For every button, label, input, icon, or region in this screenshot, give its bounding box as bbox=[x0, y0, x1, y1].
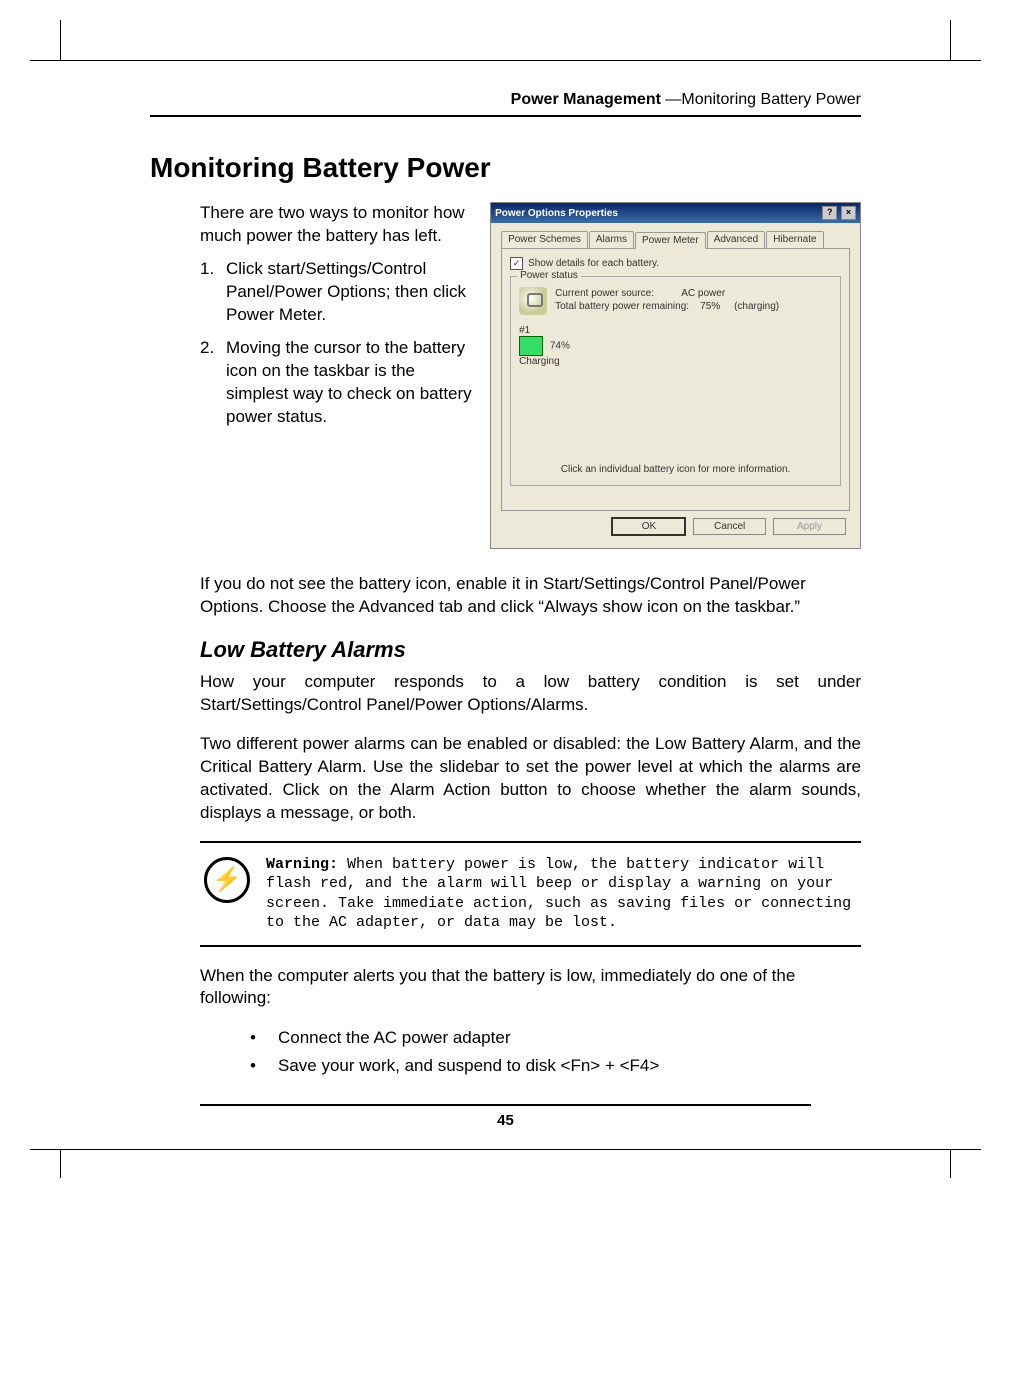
battery-state: Charging bbox=[519, 356, 832, 367]
list-item: • Save your work, and suspend to disk <F… bbox=[250, 1056, 861, 1076]
page-number: 45 bbox=[150, 1110, 861, 1129]
bullet-icon: • bbox=[250, 1056, 278, 1076]
apply-button: Apply bbox=[773, 518, 846, 535]
item-number: 1. bbox=[200, 258, 226, 327]
battery-hint: Click an individual battery icon for mor… bbox=[511, 464, 840, 475]
crop-mark bbox=[950, 1150, 951, 1178]
src-label: Current power source: bbox=[555, 288, 654, 299]
dialog-title: Power Options Properties bbox=[495, 208, 618, 219]
src-value: AC power bbox=[681, 288, 725, 299]
group-legend: Power status bbox=[517, 270, 581, 281]
running-header: Power Management —Monitoring Battery Pow… bbox=[150, 91, 861, 117]
crop-mark bbox=[60, 20, 62, 60]
item-text: Click start/Settings/Control Panel/Power… bbox=[226, 258, 472, 327]
list-item: • Connect the AC power adapter bbox=[250, 1028, 861, 1048]
rem-value: 75% bbox=[700, 301, 720, 312]
bullet-icon: • bbox=[250, 1028, 278, 1048]
tab-strip: Power Schemes Alarms Power Meter Advance… bbox=[501, 231, 850, 249]
tab-alarms[interactable]: Alarms bbox=[589, 231, 634, 248]
battery-icon[interactable] bbox=[519, 336, 543, 356]
warning-label: Warning: bbox=[266, 856, 338, 873]
item-text: Moving the cursor to the battery icon on… bbox=[226, 337, 472, 429]
warning-body: When battery power is low, the battery i… bbox=[266, 856, 851, 932]
dialog-screenshot: Power Options Properties ? × Power Schem… bbox=[490, 202, 861, 549]
list-item: 1. Click start/Settings/Control Panel/Po… bbox=[200, 258, 472, 327]
dialog-titlebar: Power Options Properties ? × bbox=[491, 203, 860, 223]
ok-button[interactable]: OK bbox=[611, 517, 686, 536]
tab-power-schemes[interactable]: Power Schemes bbox=[501, 231, 588, 248]
rem-label: Total battery power remaining: bbox=[555, 301, 689, 312]
header-rest: —Monitoring Battery Power bbox=[661, 91, 861, 108]
rem-state: (charging) bbox=[734, 301, 779, 312]
crop-mark bbox=[60, 1150, 61, 1178]
footer-rule bbox=[200, 1104, 811, 1106]
tab-panel: ✓ Show details for each battery. Power s… bbox=[501, 249, 850, 511]
paragraph: If you do not see the battery icon, enab… bbox=[200, 573, 861, 619]
paragraph: When the computer alerts you that the ba… bbox=[200, 965, 861, 1011]
item-number: 2. bbox=[200, 337, 226, 429]
list-item: 2. Moving the cursor to the battery icon… bbox=[200, 337, 472, 429]
show-details-checkbox[interactable]: ✓ bbox=[510, 257, 523, 270]
help-icon[interactable]: ? bbox=[822, 206, 837, 220]
intro-paragraph: There are two ways to monitor how much p… bbox=[200, 202, 472, 248]
paragraph: How your computer responds to a low batt… bbox=[200, 671, 861, 717]
cancel-button[interactable]: Cancel bbox=[693, 518, 766, 535]
warning-box: ⚡ Warning: When battery power is low, th… bbox=[200, 841, 861, 947]
checkbox-label: Show details for each battery. bbox=[528, 258, 659, 269]
crop-mark bbox=[949, 20, 951, 60]
warning-text: Warning: When battery power is low, the … bbox=[266, 855, 857, 933]
subsection-title: Low Battery Alarms bbox=[200, 637, 861, 663]
section-title: Monitoring Battery Power bbox=[150, 152, 861, 184]
close-icon[interactable]: × bbox=[841, 206, 856, 220]
header-bold: Power Management bbox=[511, 91, 661, 108]
tab-advanced[interactable]: Advanced bbox=[707, 231, 765, 248]
paragraph: Two different power alarms can be enable… bbox=[200, 733, 861, 825]
plug-icon bbox=[519, 287, 547, 315]
tab-power-meter[interactable]: Power Meter bbox=[635, 232, 706, 249]
battery-number: #1 bbox=[519, 325, 832, 336]
tab-hibernate[interactable]: Hibernate bbox=[766, 231, 823, 248]
power-status-group: Power status Current power source: AC po… bbox=[510, 276, 841, 486]
warning-icon: ⚡ bbox=[204, 857, 250, 903]
bullet-text: Save your work, and suspend to disk <Fn>… bbox=[278, 1056, 659, 1076]
battery-pct: 74% bbox=[550, 341, 570, 352]
bullet-text: Connect the AC power adapter bbox=[278, 1028, 510, 1048]
